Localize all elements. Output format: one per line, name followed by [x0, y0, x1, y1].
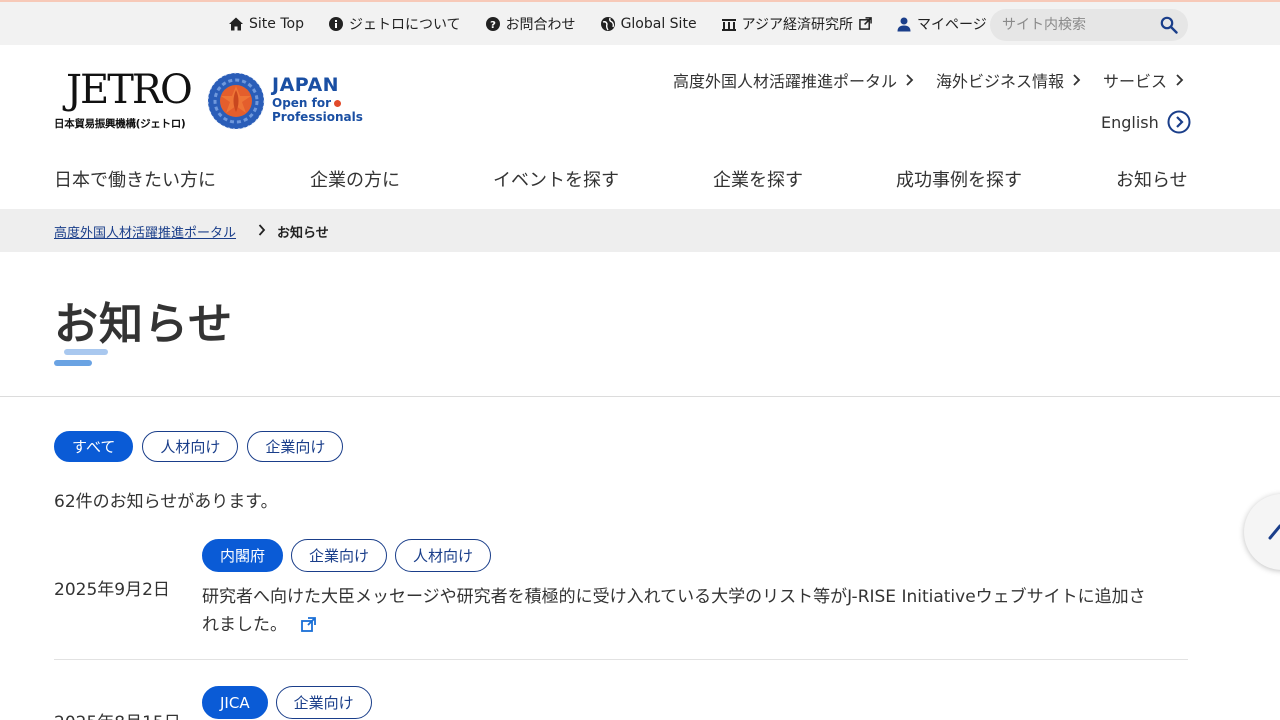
news-date: 2025年8月15日: [54, 708, 181, 720]
utility-links: Site Top ジェトロについて ? お問合わせ Global Site アジ…: [228, 2, 1011, 45]
search-input[interactable]: [1002, 9, 1152, 41]
arrow-up-icon: [1268, 524, 1280, 540]
chevron-right-icon: [1073, 74, 1081, 86]
nav-news[interactable]: お知らせ: [1116, 166, 1188, 192]
nav-companies[interactable]: 企業の方に: [310, 166, 400, 192]
chevron-right-icon: [906, 74, 914, 86]
japan-open-for-professionals-logo[interactable]: JAPAN Open for Professionals: [207, 72, 367, 130]
header-links: 高度外国人材活躍推進ポータル 海外ビジネス情報 サービス: [651, 68, 1184, 92]
result-count: 62件のお知らせがあります。: [54, 492, 278, 512]
overseas-business-label: 海外ビジネス情報: [935, 72, 1064, 91]
nav-job-seekers[interactable]: 日本で働きたい方に: [54, 166, 216, 192]
chevron-right-icon: [1176, 74, 1184, 86]
jetro-logo[interactable]: JETRO 日本貿易振興機構(ジェトロ): [54, 68, 194, 134]
filter-talent[interactable]: 人材向け: [142, 431, 239, 462]
contact-link[interactable]: ? お問合わせ: [485, 14, 576, 34]
japan-tagline: Open for Professionals: [272, 96, 363, 124]
japan-tagline-line1: Open for: [272, 96, 332, 110]
svg-text:?: ?: [490, 20, 496, 31]
news-tag: 企業向け: [275, 686, 372, 719]
japan-tagline-line2: Professionals: [272, 110, 363, 124]
news-title-link[interactable]: 研究者へ向けた大臣メッセージや研究者を積極的に受け入れている大学のリスト等がJ-…: [202, 583, 1152, 639]
breadcrumb: 高度外国人材活躍推進ポータル お知らせ: [0, 209, 1280, 252]
back-to-top-button[interactable]: [1244, 494, 1280, 570]
category-filters: すべて 人材向け 企業向け: [54, 431, 352, 462]
utility-bar: Site Top ジェトロについて ? お問合わせ Global Site アジ…: [0, 2, 1280, 45]
breadcrumb-current: お知らせ: [277, 226, 329, 241]
contact-label: お問合わせ: [505, 16, 576, 33]
info-icon: [328, 16, 343, 31]
overseas-business-link[interactable]: 海外ビジネス情報: [936, 68, 1081, 92]
about-jetro-link[interactable]: ジェトロについて: [328, 14, 461, 34]
external-link-icon: [859, 17, 872, 30]
my-page-link[interactable]: マイページ: [896, 14, 987, 34]
news-separator: [54, 659, 1188, 660]
site-top-label: Site Top: [249, 15, 304, 32]
japan-wordmark: JAPAN: [272, 74, 340, 96]
filter-companies[interactable]: 企業向け: [247, 431, 344, 462]
news-tags: 内閣府 企業向け 人材向け: [202, 539, 499, 572]
about-jetro-label: ジェトロについて: [348, 16, 461, 33]
english-label: English: [1101, 112, 1159, 132]
news-item: 2025年9月2日 内閣府 企業向け 人材向け 研究者へ向けた大臣メッセージや研…: [54, 539, 1188, 649]
question-icon: ?: [485, 16, 500, 31]
global-site-link[interactable]: Global Site: [600, 16, 697, 32]
home-icon: [229, 17, 243, 30]
site-top-link[interactable]: Site Top: [228, 16, 304, 32]
leaf-dot-icon: [333, 99, 343, 108]
main-nav: 日本で働きたい方に 企業の方に イベントを探す 企業を探す 成功事例を探す お知…: [54, 166, 1188, 194]
portal-link-label: 高度外国人材活躍推進ポータル: [672, 72, 897, 91]
news-tag: 企業向け: [291, 539, 388, 572]
jetro-subtitle: 日本貿易振興機構(ジェトロ): [54, 118, 186, 130]
portal-link[interactable]: 高度外国人材活躍推進ポータル: [673, 68, 914, 92]
ide-institute-label: アジア経済研究所: [741, 16, 854, 33]
filter-all[interactable]: すべて: [54, 431, 134, 462]
news-title-text: 研究者へ向けた大臣メッセージや研究者を積極的に受け入れている大学のリスト等がJ-…: [202, 587, 1146, 635]
services-link[interactable]: サービス: [1103, 68, 1184, 92]
nav-find-companies[interactable]: 企業を探す: [713, 166, 803, 192]
my-page-label: マイページ: [917, 16, 987, 33]
news-item: 2025年8月15日 JICA 企業向け: [54, 686, 1188, 720]
japan-emblem-icon: [207, 72, 265, 130]
news-tag: 内閣府: [202, 539, 284, 572]
jetro-wordmark: JETRO: [66, 67, 193, 113]
search-icon[interactable]: [1160, 16, 1178, 34]
external-link-icon: [301, 617, 316, 632]
news-date: 2025年9月2日: [54, 580, 170, 600]
nav-find-events[interactable]: イベントを探す: [493, 166, 619, 192]
chevron-right-icon: [258, 224, 266, 236]
building-icon: [721, 18, 736, 31]
site-search: [990, 9, 1188, 41]
ide-institute-link[interactable]: アジア経済研究所: [721, 14, 872, 34]
global-site-label: Global Site: [620, 15, 697, 32]
arrow-circle-right-icon: [1167, 110, 1191, 134]
user-icon: [897, 17, 911, 31]
page-title: お知らせ: [54, 299, 234, 350]
services-label: サービス: [1102, 72, 1167, 91]
news-tags: JICA 企業向け: [202, 686, 380, 719]
nav-success-stories[interactable]: 成功事例を探す: [896, 166, 1022, 192]
section-divider: [0, 396, 1280, 397]
news-tag: 人材向け: [395, 539, 492, 572]
news-tag: JICA: [202, 686, 268, 719]
breadcrumb-portal-link[interactable]: 高度外国人材活躍推進ポータル: [54, 222, 236, 241]
title-underline-decoration: [54, 349, 108, 366]
english-link[interactable]: English: [1101, 110, 1191, 134]
globe-icon: [600, 16, 615, 31]
